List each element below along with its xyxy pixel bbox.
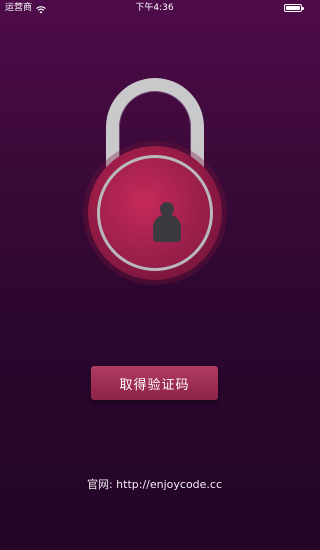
padlock-body (88, 146, 222, 280)
status-right (284, 4, 304, 12)
padlock-icon (88, 78, 222, 280)
keyhole-stem (153, 214, 181, 242)
battery-fill (286, 6, 300, 10)
padlock-ring (97, 155, 213, 271)
battery-icon (284, 4, 304, 12)
status-bar: 运营商 下午4:36 (0, 0, 309, 16)
keyhole-icon (153, 202, 181, 246)
get-verification-code-button[interactable]: 取得验证码 (91, 366, 218, 400)
status-time: 下午4:36 (135, 3, 174, 13)
official-website-text: 官网: http://enjoycode.cc (86, 478, 223, 491)
